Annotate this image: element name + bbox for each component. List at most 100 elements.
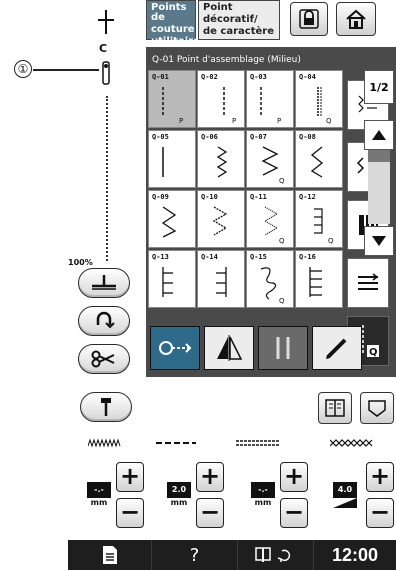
tab-utility-line1: Points de bbox=[151, 2, 187, 23]
reverse-arrow-icon bbox=[96, 311, 115, 329]
stitch-cell-q12[interactable]: Q-12 Q bbox=[295, 190, 343, 248]
svg-text:Q: Q bbox=[279, 177, 285, 185]
tension-plus-button[interactable]: + bbox=[280, 462, 308, 492]
svg-text:P: P bbox=[179, 117, 183, 125]
twin-needle-icon bbox=[276, 337, 290, 359]
tension-minus-button[interactable]: − bbox=[280, 498, 308, 528]
stitch-cell-q06[interactable]: Q-06 bbox=[197, 130, 245, 188]
stitch-preview-line bbox=[106, 96, 108, 261]
stitch-cell-q10[interactable]: Q-10 bbox=[197, 190, 245, 248]
stitch-cell-q15[interactable]: Q-15 Q bbox=[246, 250, 294, 308]
length-plus-button[interactable]: + bbox=[196, 462, 224, 492]
tab-utility-stitches[interactable]: Points de couture utilitaires bbox=[146, 0, 206, 47]
stitch-cell-q02[interactable]: Q-02 P bbox=[197, 70, 245, 128]
density-minus-button[interactable]: − bbox=[366, 498, 394, 528]
stitch-code: Q-07 bbox=[250, 133, 267, 141]
stippling-stitch-icon: Q bbox=[260, 267, 285, 305]
width-plus-button[interactable]: + bbox=[116, 462, 144, 492]
sewing-indicator-icon bbox=[254, 547, 290, 562]
svg-text:Q: Q bbox=[279, 237, 285, 245]
page-indicator: 1/2 bbox=[364, 70, 394, 104]
tab-decorative-stitches[interactable]: Point décoratif/ de caractère bbox=[198, 0, 280, 40]
pencil-icon bbox=[326, 338, 347, 359]
stitch-settings-button[interactable] bbox=[347, 258, 389, 308]
length-minus-button[interactable]: − bbox=[196, 498, 224, 528]
scroll-up-button[interactable] bbox=[364, 120, 394, 150]
double-dash-sample-icon bbox=[236, 440, 280, 446]
needle-position-letter: C bbox=[99, 42, 108, 55]
stitch-code: Q-03 bbox=[250, 73, 267, 81]
dotted-zigzag-stitch-icon bbox=[212, 206, 228, 236]
density-control: 4.0 + − bbox=[330, 462, 396, 534]
stitch-grid: Q-01 P Q-02 P Q-03 P Q-04 Q Q-05 Q-06 Q-… bbox=[148, 70, 344, 310]
reverse-stitch-button[interactable] bbox=[78, 306, 130, 336]
triangle-down-icon bbox=[372, 236, 386, 246]
clock: 12:00 bbox=[331, 544, 379, 565]
straight-stitch-icon bbox=[162, 147, 164, 177]
callout-number: ① bbox=[14, 60, 32, 78]
width-minus-button[interactable]: − bbox=[116, 498, 144, 528]
stitch-code: Q-12 bbox=[299, 193, 316, 201]
settings-lines-icon bbox=[358, 273, 379, 290]
stitch-code: Q-11 bbox=[250, 193, 267, 201]
mirror-image-button[interactable] bbox=[204, 326, 254, 370]
stitch-code: Q-13 bbox=[152, 253, 169, 261]
stitch-cell-q04[interactable]: Q-04 Q bbox=[295, 70, 343, 128]
stitch-width-control: -.- mm + − bbox=[84, 462, 158, 534]
satin-sample-icon bbox=[88, 438, 121, 448]
stitch-code: Q-04 bbox=[299, 73, 316, 81]
needle-up-down-button[interactable] bbox=[80, 392, 132, 422]
stitch-code: Q-15 bbox=[250, 253, 267, 261]
home-icon bbox=[346, 9, 366, 29]
triple-stitch-icon: Q bbox=[317, 87, 332, 125]
thread-tension-control: -.- mm + − bbox=[248, 462, 322, 534]
edit-stitch-button[interactable] bbox=[312, 326, 362, 370]
stitch-cell-q01[interactable]: Q-01 P bbox=[148, 70, 196, 128]
zigzag-stitch-icon bbox=[216, 146, 228, 178]
page-current: 1 bbox=[369, 81, 377, 94]
document-button[interactable] bbox=[68, 540, 152, 570]
stitch-cell-q13[interactable]: Q-13 bbox=[148, 250, 196, 308]
scroll-down-button[interactable] bbox=[364, 226, 394, 256]
stitch-cell-q07[interactable]: Q-07 Q bbox=[246, 130, 294, 188]
auto-reverse-button[interactable] bbox=[150, 326, 200, 370]
home-button[interactable] bbox=[336, 2, 376, 36]
overlock-stitch-icon: Q bbox=[314, 208, 334, 245]
panel-title: Q-01 Point d'assemblage (Milieu) bbox=[152, 55, 301, 65]
help-button[interactable]: ? bbox=[152, 540, 238, 570]
length-value: 2.0 bbox=[167, 482, 191, 498]
dash-sample-icon bbox=[156, 442, 196, 444]
twin-needle-button[interactable] bbox=[258, 326, 308, 370]
tension-display: -.- mm bbox=[248, 482, 278, 512]
length-unit: mm bbox=[170, 498, 188, 507]
pocket-memory-button[interactable] bbox=[360, 392, 394, 424]
tension-value: -.- bbox=[251, 482, 275, 498]
stitch-cell-q11[interactable]: Q-11 Q bbox=[246, 190, 294, 248]
manual-button[interactable] bbox=[318, 392, 352, 424]
stitch-cell-q14[interactable]: Q-14 bbox=[197, 250, 245, 308]
density-plus-button[interactable]: + bbox=[366, 462, 394, 492]
blanket-stitch-icon bbox=[309, 267, 322, 297]
triangle-up-icon bbox=[372, 130, 386, 140]
presser-foot-icon bbox=[92, 275, 116, 290]
thread-cutter-button[interactable] bbox=[78, 344, 130, 374]
scroll-thumb[interactable] bbox=[368, 150, 390, 162]
tab-utility-line2: couture bbox=[151, 24, 195, 35]
blanket-stitch-icon bbox=[216, 267, 227, 297]
stitch-cell-q03[interactable]: Q-03 P bbox=[246, 70, 294, 128]
stitch-code: Q-05 bbox=[152, 133, 169, 141]
tab-decorative-line1: Point bbox=[203, 2, 233, 13]
length-display: 2.0 mm bbox=[164, 482, 194, 512]
stitch-cell-q09[interactable]: Q-09 bbox=[148, 190, 196, 248]
stitch-cell-q05[interactable]: Q-05 bbox=[148, 130, 196, 188]
lock-button[interactable] bbox=[290, 2, 328, 36]
stitch-code: Q-08 bbox=[299, 133, 316, 141]
tab-decorative-line2: décoratif/ bbox=[203, 14, 258, 25]
stitch-cell-q16[interactable]: Q-16 bbox=[295, 250, 343, 308]
mirror-triangle-icon bbox=[217, 335, 243, 361]
stitch-length-control: 2.0 mm + − bbox=[164, 462, 238, 534]
presser-foot-button[interactable] bbox=[78, 268, 130, 298]
density-value: 4.0 bbox=[333, 482, 357, 498]
book-icon bbox=[325, 399, 345, 417]
stitch-cell-q08[interactable]: Q-08 bbox=[295, 130, 343, 188]
